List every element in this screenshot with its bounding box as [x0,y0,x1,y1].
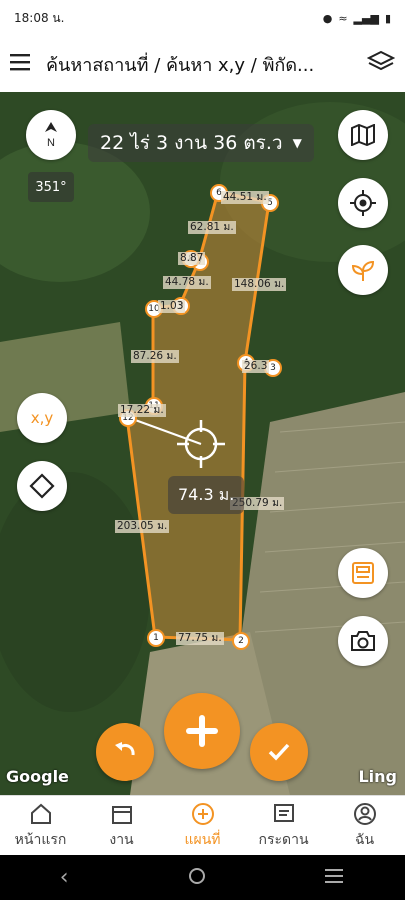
undo-button[interactable] [96,723,154,781]
distance-label: 62.81 ม. [188,221,236,234]
vertex-marker[interactable]: 1 [147,629,165,647]
camera-icon [351,631,375,651]
add-point-button[interactable] [164,693,240,769]
distance-label: 77.75 ม. [176,632,224,645]
camera-button[interactable] [338,616,388,666]
nav-item[interactable]: ฉัน [325,801,405,851]
map-view[interactable]: 123456789101112 44.51 ม. 62.81 ม. 8.87 4… [0,92,405,795]
nav-item[interactable]: แผนที่ [163,801,243,851]
distance-label: 1.03 [158,300,186,313]
nav-item[interactable]: หน้าแรก [1,801,81,851]
document-icon [352,562,374,584]
check-icon [268,743,290,761]
nav-item[interactable]: งาน [82,801,162,851]
menu-icon[interactable] [10,53,32,75]
status-time: 18:08 น. [14,10,65,25]
google-attribution: Google [6,767,69,786]
area-selector[interactable]: 22 ไร่ 3 งาน 36 ตร.ว ▼ [88,124,314,162]
distance-label: 44.51 ม. [221,191,269,204]
xy-button[interactable]: x,y [17,393,67,443]
add-circle-icon [191,803,214,825]
compass-icon: N [45,122,57,149]
distance-label: 44.78 ม. [163,276,211,289]
status-icons: ● ≈ ▂▄▆ ▮ [323,12,391,25]
distance-label: 26.3 [242,360,270,373]
dropdown-arrow-icon: ▼ [292,136,302,150]
current-distance: 74.3 ม. [168,476,245,514]
nav-label: แผนที่ [184,832,221,848]
layers-icon[interactable] [366,50,396,78]
recents-icon[interactable] [325,868,345,888]
distance-label: 148.06 ม. [232,278,287,291]
board-icon [273,804,294,822]
status-bar: 18:08 น. ● ≈ ▂▄▆ ▮ [0,0,405,36]
report-button[interactable] [338,548,388,598]
plant-button[interactable] [338,245,388,295]
xy-label: x,y [30,409,54,427]
distance-label: 203.05 ม. [115,520,170,533]
distance-label: 8.87 [178,252,206,265]
compass-button[interactable]: N [26,110,76,160]
nav-label: งาน [109,832,134,848]
plus-icon [186,715,218,747]
plant-icon [351,260,375,281]
battery-icon: ▮ [384,11,391,25]
bottom-nav: หน้าแรก งาน แผนที่ กระดาน ฉัน [0,795,405,856]
location-icon: ● [322,11,333,25]
user-icon [353,803,376,825]
area-text: 22 ไร่ 3 งาน 36 ตร.ว [100,132,283,154]
search-title[interactable]: ค้นหาสถานที่ / ค้นหา x,y / พิกัด... [46,50,367,79]
nav-label: กระดาน [258,832,309,848]
distance-label: 17.22 ม. [118,404,166,417]
app-bar: ค้นหาสถานที่ / ค้นหา x,y / พิกัด... [0,36,405,92]
nav-label: หน้าแรก [14,832,67,848]
home-icon [30,803,51,824]
polygon-icon [29,473,55,499]
draw-polygon-button[interactable] [17,461,67,511]
wifi-icon: ≈ [338,11,348,25]
undo-icon [115,742,135,756]
my-location-button[interactable] [338,178,388,228]
vertex-marker[interactable]: 2 [232,632,250,650]
ling-attribution: Ling [358,767,397,786]
calendar-icon [111,806,132,824]
map-type-button[interactable] [338,110,388,160]
distance-label: 87.26 ม. [131,350,179,363]
nav-label: ฉัน [354,832,375,848]
bearing-readout: 351° [28,172,74,202]
confirm-button[interactable] [250,723,308,781]
back-icon[interactable]: ‹ [60,865,69,890]
svg-text:N: N [47,137,55,149]
location-target-icon [350,190,376,216]
signal-icon: ▂▄▆ [353,11,379,25]
system-nav: ‹ [0,855,405,900]
nav-item[interactable]: กระดาน [244,801,324,851]
map-icon [351,124,375,146]
home-circle-icon[interactable] [188,867,206,889]
